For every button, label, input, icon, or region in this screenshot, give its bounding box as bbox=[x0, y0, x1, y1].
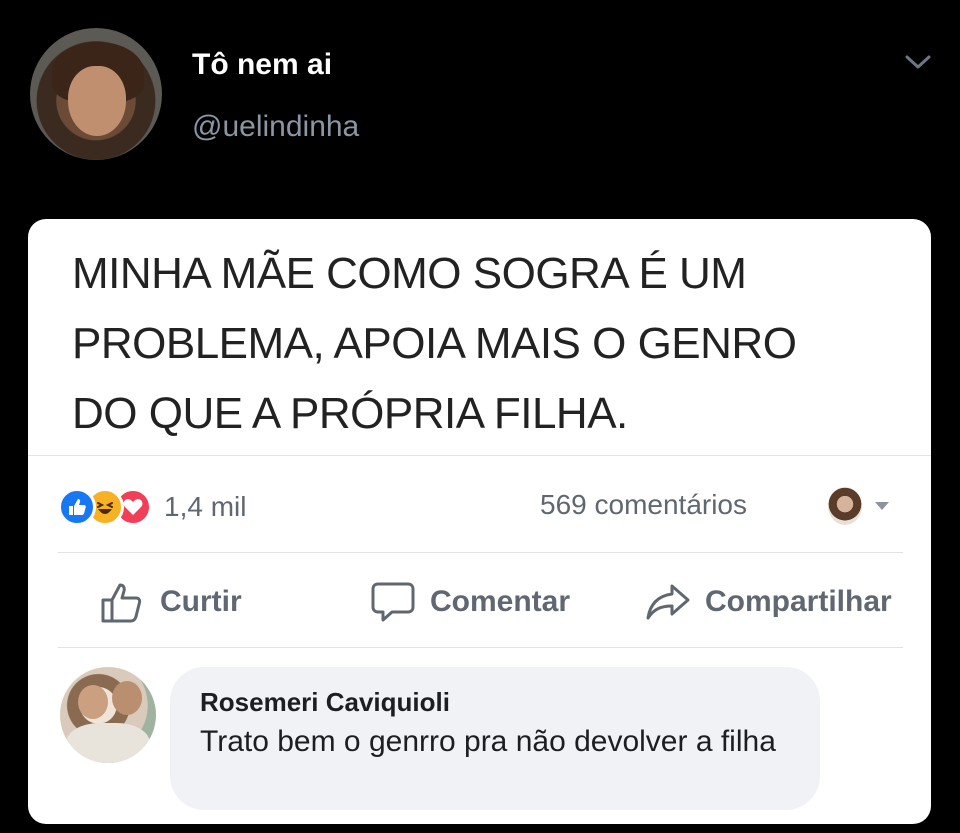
facebook-post-card: MINHA MÃE COMO SOGRA É UM PROBLEMA, APOI… bbox=[28, 219, 931, 824]
divider bbox=[58, 647, 903, 648]
display-name[interactable]: Tô nem ai bbox=[192, 48, 332, 82]
reaction-count[interactable]: 1,4 mil bbox=[164, 491, 246, 523]
comment-bubble: Rosemeri Caviquioli Trato bem o genrro p… bbox=[170, 667, 820, 810]
post-text: MINHA MÃE COMO SOGRA É UM PROBLEMA, APOI… bbox=[72, 249, 797, 438]
comment-author[interactable]: Rosemeri Caviquioli bbox=[200, 687, 450, 718]
like-icon bbox=[58, 488, 96, 526]
user-handle[interactable]: @uelindinha bbox=[192, 110, 359, 144]
avatar-figure bbox=[66, 723, 150, 763]
like-label: Curtir bbox=[160, 585, 242, 618]
post-actions: Curtir Comentar Compartilhar bbox=[28, 575, 931, 629]
commenter-avatar[interactable] bbox=[60, 667, 156, 763]
avatar-face bbox=[68, 66, 126, 136]
divider bbox=[28, 455, 931, 456]
speech-bubble-icon bbox=[371, 582, 415, 622]
share-arrow-icon bbox=[646, 584, 690, 620]
reactions-summary[interactable]: 1,4 mil bbox=[58, 487, 246, 527]
thumbs-up-icon bbox=[101, 583, 142, 623]
viewer-avatar[interactable] bbox=[828, 487, 862, 525]
avatar-face bbox=[78, 685, 108, 719]
profile-avatar[interactable] bbox=[30, 28, 162, 160]
divider bbox=[58, 552, 903, 553]
chevron-down-icon[interactable] bbox=[904, 52, 932, 72]
caret-down-icon[interactable] bbox=[874, 501, 890, 511]
comment-label: Comentar bbox=[430, 585, 571, 618]
tweet-header: Tô nem ai @uelindinha bbox=[0, 0, 960, 215]
comments-count[interactable]: 569 comentários bbox=[540, 489, 747, 521]
avatar-face bbox=[112, 681, 142, 715]
share-button[interactable]: Compartilhar bbox=[645, 575, 892, 629]
comment-button[interactable]: Comentar bbox=[370, 575, 570, 629]
comment-text: Trato bem o genrro pra não devolver a fi… bbox=[200, 725, 776, 758]
like-button[interactable]: Curtir bbox=[100, 575, 242, 629]
share-label: Compartilhar bbox=[705, 585, 892, 618]
